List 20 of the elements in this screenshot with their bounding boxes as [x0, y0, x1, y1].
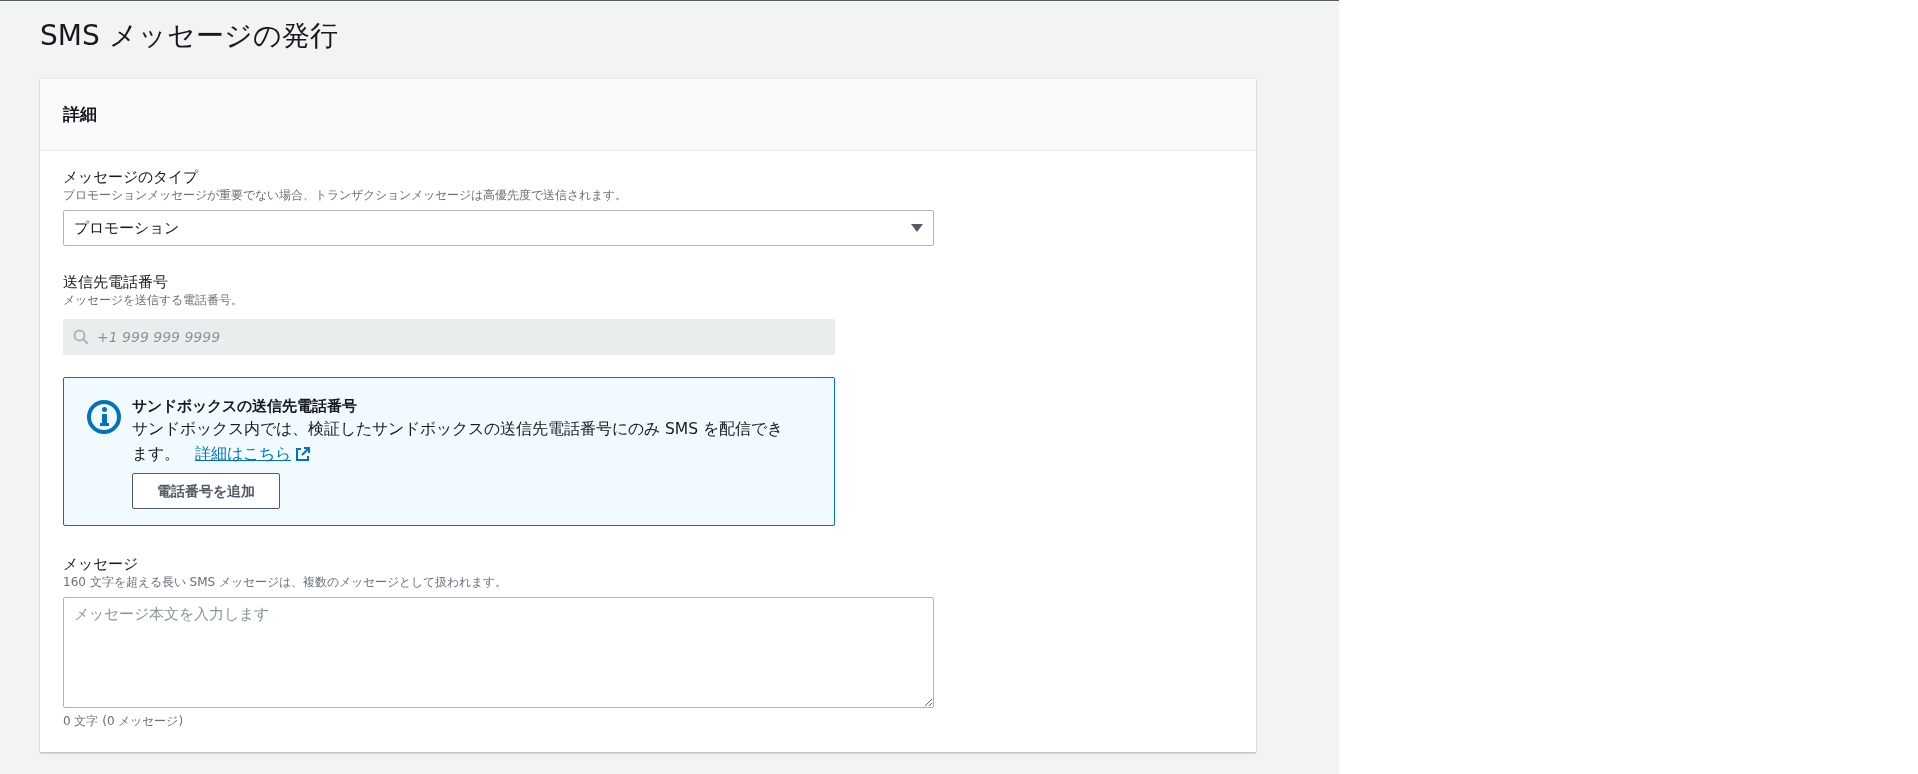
- field-label: 送信先電話番号: [63, 272, 168, 292]
- add-phone-number-button[interactable]: 電話番号を追加: [132, 473, 280, 509]
- panel-title: 詳細: [63, 102, 97, 126]
- external-link-icon: [294, 447, 310, 462]
- message-type-select[interactable]: プロモーション: [63, 210, 934, 246]
- field-description: 160 文字を超える長い SMS メッセージは、複数のメッセージとして扱われます。: [63, 574, 507, 591]
- caret-icon: [911, 223, 923, 233]
- field-label: メッセージのタイプ: [63, 167, 198, 187]
- field-description: メッセージを送信する電話番号。: [63, 292, 243, 309]
- alert-text: サンドボックス内では、検証したサンドボックスの送信先電話番号にのみ SMS を配信できます。 詳細はこちら: [132, 417, 798, 467]
- search-icon: [73, 329, 89, 345]
- info-icon: [86, 399, 122, 435]
- phone-number-field[interactable]: +1 999 999 9999: [63, 319, 835, 355]
- field-label: メッセージ: [63, 554, 138, 574]
- page-title: SMS メッセージの発行: [40, 18, 338, 54]
- field-description: プロモーションメッセージが重要でない場合、トランザクションメッセージは高優先度で送信されます。: [63, 187, 627, 204]
- alert-title: サンドボックスの送信先電話番号: [132, 396, 357, 417]
- learn-more-link[interactable]: 詳細はこちら: [194, 442, 310, 467]
- message-field[interactable]: メッセージ本文を入力します: [63, 597, 934, 708]
- character-counter: 0 文字 (0 メッセージ): [63, 713, 184, 730]
